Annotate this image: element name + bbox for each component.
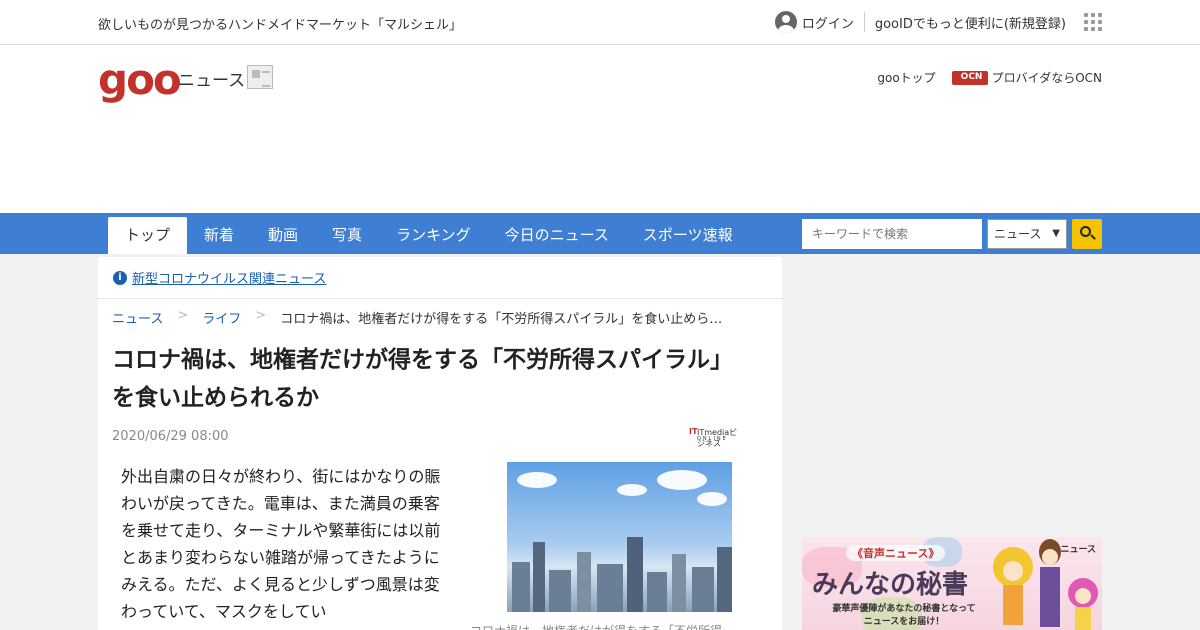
- goo-logo[interactable]: goo: [98, 55, 182, 104]
- source-logo[interactable]: IT ITmediaビジネス ONLINE: [689, 427, 745, 448]
- article-title: コロナ禍は、地権者だけが得をする「不労所得スパイラル」を食い止められるか: [112, 347, 733, 411]
- breadcrumb-current: コロナ禍は、地権者だけが得をする「不労所得スパイラル」を食い止めら…: [280, 312, 723, 327]
- breadcrumb-life[interactable]: ライフ: [202, 308, 241, 327]
- tab-top[interactable]: トップ: [108, 217, 188, 254]
- ad-headline: みんなの秘書: [812, 570, 969, 600]
- newspaper-icon: [247, 65, 273, 89]
- covid-news-link[interactable]: 新型コロナウイルス関連ニュース: [132, 268, 326, 287]
- search-input[interactable]: [802, 219, 982, 249]
- info-icon: i: [113, 270, 127, 285]
- search-scope-select[interactable]: ニュース ▼: [987, 219, 1067, 249]
- divider: [863, 12, 865, 32]
- site-header: goo ニュース gooトップ プロバイダならOCN: [0, 45, 1200, 213]
- nav-tabs: トップ 新着 動画 写真 ランキング 今日のニュース スポーツ速報: [108, 217, 750, 254]
- triangle-down-icon: ▼: [1052, 228, 1060, 239]
- source-sub: ONLINE: [697, 436, 728, 442]
- tab-video[interactable]: 動画: [251, 217, 315, 254]
- header-links: gooトップ プロバイダならOCN: [877, 69, 1102, 86]
- article-panel: i 新型コロナウイルス関連ニュース ニュース > ライフ > コロナ禍は、地権者…: [98, 257, 782, 630]
- search-scope-value: ニュース: [994, 227, 1042, 241]
- tab-ranking[interactable]: ランキング: [379, 217, 488, 254]
- ocn-logo-icon[interactable]: [951, 70, 988, 85]
- breadcrumb-news[interactable]: ニュース: [112, 308, 163, 327]
- goo-top-link[interactable]: gooトップ: [877, 69, 935, 86]
- character-illustration: [1068, 578, 1098, 630]
- chevron-right-icon: >: [177, 308, 189, 323]
- top-bar: 欲しいものが見つかるハンドメイドマーケット「マルシェル」 ログイン gooIDで…: [0, 0, 1200, 45]
- promo-link[interactable]: 欲しいものが見つかるハンドメイドマーケット「マルシェル」: [98, 14, 462, 33]
- article-body: 外出自粛の日々が終わり、街にはかなりの賑わいが戻ってきた。電車は、また満員の乗客…: [121, 467, 441, 621]
- photo-caption: コロナ禍は、地権者だけが得をする「不労所得: [470, 622, 722, 630]
- tab-photo[interactable]: 写真: [315, 217, 379, 254]
- side-ad-banner[interactable]: 《音声ニュース》 gooニュース みんなの秘書 豪華声優陣があなたの秘書となって…: [802, 537, 1102, 630]
- ocn-link[interactable]: プロバイダならOCN: [992, 69, 1102, 86]
- ad-tag: 《音声ニュース》: [846, 545, 946, 561]
- breadcrumb: ニュース > ライフ > コロナ禍は、地権者だけが得をする「不労所得スパイラル」…: [112, 308, 760, 327]
- apps-grid-icon[interactable]: [1084, 13, 1102, 31]
- global-nav: トップ 新着 動画 写真 ランキング 今日のニュース スポーツ速報 ニュース ▼: [0, 213, 1200, 254]
- user-icon[interactable]: [774, 11, 797, 33]
- register-link[interactable]: gooIDでもっと便利に(新規登録): [875, 13, 1066, 32]
- account-area: ログイン gooIDでもっと便利に(新規登録): [774, 11, 1102, 33]
- tab-today[interactable]: 今日のニュース: [488, 217, 626, 254]
- tab-new[interactable]: 新着: [187, 217, 251, 254]
- article-photo[interactable]: [507, 462, 732, 612]
- search-button[interactable]: [1072, 219, 1102, 249]
- section-name[interactable]: ニュース: [178, 66, 245, 91]
- login-link[interactable]: ログイン: [802, 13, 854, 32]
- tab-sports[interactable]: スポーツ速報: [626, 217, 750, 254]
- ad-description: 豪華声優陣があなたの秘書となって ニュースをお届け！: [832, 604, 976, 627]
- covid-notice: i 新型コロナウイルス関連ニュース: [98, 257, 782, 299]
- article-date: 2020/06/29 08:00: [112, 429, 229, 444]
- chevron-right-icon: >: [255, 308, 267, 323]
